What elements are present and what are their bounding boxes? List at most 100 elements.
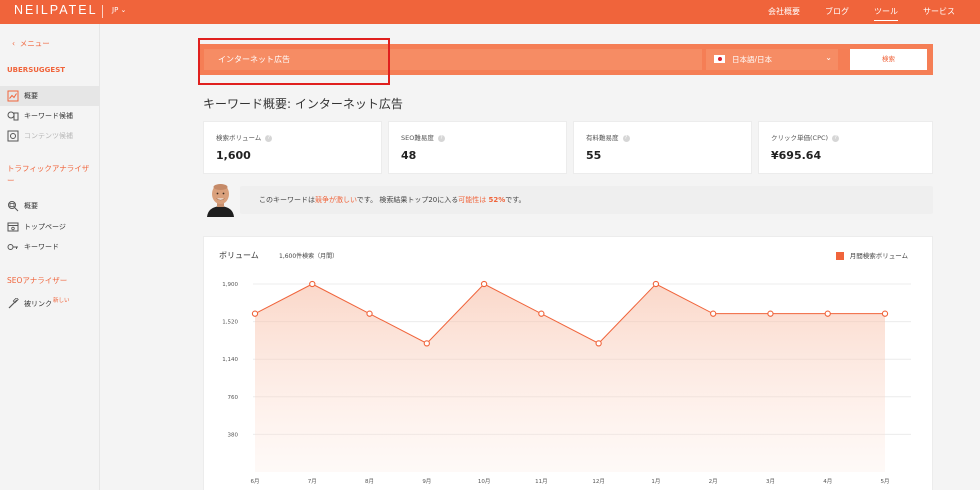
content-ideas-icon — [7, 130, 19, 142]
new-badge: 新しい — [53, 298, 70, 304]
metric-label: 有料難易度 — [586, 134, 619, 142]
section-title-ubersuggest: UBERSUGGEST — [7, 66, 66, 74]
x-tick-label: 10月 — [478, 478, 491, 485]
data-point — [251, 310, 259, 317]
x-tick-label: 9月 — [422, 478, 431, 485]
sidebar-item-label: キーワード — [24, 243, 59, 251]
banner-text: このキーワードは競争が激しいです。 検索結果トップ20に入る可能性は 52%です… — [259, 196, 526, 204]
x-tick-label: 2月 — [709, 478, 718, 485]
chart-subtitle: 1,600件検索（月間） — [279, 253, 339, 260]
help-icon[interactable]: ? — [437, 134, 445, 142]
help-icon[interactable]: ? — [265, 134, 273, 142]
data-point — [881, 310, 889, 317]
sidebar-item-label: キーワード候補 — [24, 112, 73, 120]
japan-flag-icon — [714, 55, 725, 63]
divider — [102, 5, 103, 18]
sidebar-item-label: 被リンク — [24, 300, 52, 308]
y-tick-label: 1,140 — [222, 357, 238, 363]
help-icon[interactable]: ? — [622, 134, 630, 142]
metric-label: SEO難易度 — [401, 134, 434, 142]
nav-company[interactable]: 会社概要 — [768, 6, 800, 17]
x-tick-label: 6月 — [251, 478, 260, 485]
data-point — [595, 340, 602, 347]
sidebar-item-traffic-overview[interactable]: 概要 — [0, 196, 99, 216]
sidebar-item-content-ideas[interactable]: コンテンツ候補 — [0, 126, 99, 146]
metric-card-search-volume: 検索ボリューム? 1,600 — [203, 121, 382, 174]
series-area — [255, 284, 885, 472]
metric-value: ¥695.64 — [771, 149, 822, 162]
sidebar-item-backlinks[interactable]: 被リンク 新しい — [0, 294, 99, 314]
data-point — [309, 280, 316, 288]
help-icon[interactable]: ? — [832, 134, 840, 142]
volume-chart-card: 1,900 1,520 1,140 760 380 6月 7月 8月 9月 10月 11月 12月 1月… — [203, 236, 933, 490]
x-tick-label: 12月 — [592, 478, 605, 485]
data-point — [767, 310, 774, 317]
metric-label: クリック単価(CPC) — [771, 134, 829, 142]
data-point — [538, 310, 545, 317]
key-icon — [7, 244, 18, 250]
sidebar-item-label: 概要 — [24, 92, 38, 100]
x-tick-label: 5月 — [881, 478, 890, 485]
chevron-left-icon: ‹ — [12, 39, 15, 48]
keyword-ideas-icon — [7, 111, 19, 121]
locale-select[interactable]: 日本語/日本 ⌄ — [706, 49, 838, 70]
sidebar: ‹ メニュー UBERSUGGEST 概要 キーワード候補 コンテンツ候補 トラ… — [0, 24, 100, 490]
y-tick-label: 1,520 — [222, 320, 238, 326]
overview-icon — [7, 90, 19, 102]
metric-card-paid-difficulty: 有料難易度? 55 — [573, 121, 752, 174]
sidebar-item-label: トップページ — [24, 223, 66, 231]
sidebar-item-top-pages[interactable]: トップページ — [0, 217, 99, 237]
x-tick-label: 11月 — [535, 478, 548, 485]
data-point — [710, 310, 717, 317]
x-tick-label: 4月 — [823, 478, 832, 485]
metric-label: 検索ボリューム — [216, 134, 262, 142]
competition-banner: このキーワードは競争が激しいです。 検索結果トップ20に入る可能性は 52%です… — [240, 186, 933, 214]
sidebar-item-keywords[interactable]: キーワード — [0, 237, 99, 257]
metric-value: 55 — [586, 149, 602, 162]
locale-value: 日本語/日本 — [732, 55, 773, 64]
back-to-menu-link[interactable]: ‹ メニュー — [12, 38, 50, 49]
nav-services[interactable]: サービス — [923, 6, 955, 17]
link-icon — [8, 298, 19, 309]
nav-tools[interactable]: ツール — [874, 6, 898, 21]
data-point — [652, 280, 660, 288]
language-code: JP — [112, 6, 119, 14]
volume-chart: 1,900 1,520 1,140 760 380 6月 7月 8月 9月 10月 11月 12月 1月… — [222, 280, 911, 485]
top-navbar: NEILPATEL JP ⌄ 会社概要 ブログ ツール サービス — [0, 0, 980, 24]
x-tick-label: 7月 — [308, 478, 317, 485]
avatar — [207, 184, 234, 217]
metric-value: 1,600 — [216, 149, 251, 162]
data-point — [366, 310, 373, 317]
section-title-traffic-analyzer: トラフィックアナライザー — [7, 164, 90, 185]
nav-blog[interactable]: ブログ — [825, 6, 849, 17]
chevron-down-icon: ⌄ — [825, 53, 832, 62]
section-title-seo-analyzer: SEOアナライザー — [7, 276, 68, 285]
traffic-overview-icon — [8, 201, 19, 212]
metric-value: 48 — [401, 149, 417, 162]
y-tick-label: 380 — [228, 432, 239, 438]
data-point — [480, 280, 488, 288]
chart-title: ボリューム — [219, 251, 259, 260]
sidebar-item-keyword-ideas[interactable]: キーワード候補 — [0, 106, 99, 126]
chart-legend[interactable]: 月間検索ボリューム — [835, 250, 908, 260]
legend-swatch — [835, 252, 844, 260]
y-tick-label: 1,900 — [222, 282, 238, 288]
back-label: メニュー — [19, 39, 50, 48]
data-point — [423, 340, 430, 347]
metric-card-cpc: クリック単価(CPC)? ¥695.64 — [758, 121, 933, 174]
sidebar-item-label: 概要 — [24, 202, 38, 210]
search-button[interactable]: 検索 — [850, 49, 927, 70]
x-tick-label: 3月 — [766, 478, 775, 485]
brand-logo[interactable]: NEILPATEL — [14, 3, 98, 17]
y-tick-label: 760 — [228, 395, 239, 401]
page-title: キーワード概要: インターネット広告 — [203, 97, 403, 111]
data-point — [824, 310, 831, 317]
language-switch[interactable]: JP ⌄ — [112, 6, 126, 14]
highlight-box — [198, 38, 390, 85]
sidebar-item-label: コンテンツ候補 — [24, 132, 73, 140]
metric-card-seo-difficulty: SEO難易度? 48 — [388, 121, 567, 174]
top-pages-icon — [7, 222, 19, 232]
x-tick-label: 1月 — [651, 478, 660, 485]
sidebar-item-overview[interactable]: 概要 — [0, 86, 99, 106]
legend-label: 月間検索ボリューム — [849, 252, 908, 260]
